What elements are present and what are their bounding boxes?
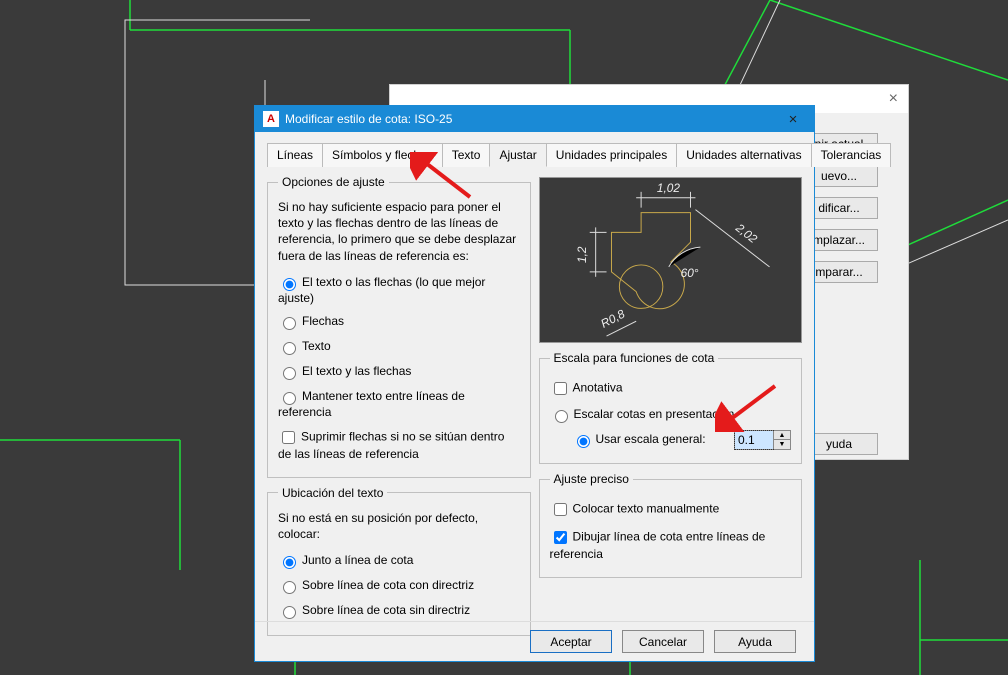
overall-scale-input[interactable]: [735, 431, 773, 449]
radio-keep-text-inside[interactable]: Mantener texto entre líneas de referenci…: [278, 386, 520, 422]
radio-over-with-leader[interactable]: Sobre línea de cota con directriz: [278, 575, 520, 597]
check-annotative[interactable]: Anotativa: [550, 376, 792, 401]
overall-scale-spinner[interactable]: ▲ ▼: [734, 430, 791, 450]
svg-text:1,02: 1,02: [656, 181, 679, 195]
dialog-title: Modificar estilo de cota: ISO-25: [285, 112, 452, 126]
fine-tuning-group: Ajuste preciso Colocar texto manualmente…: [539, 472, 803, 578]
text-placement-intro: Si no está en su posición por defecto, c…: [278, 510, 520, 542]
autocad-app-icon: A: [263, 111, 279, 127]
tab-primary-units[interactable]: Unidades principales: [546, 143, 677, 167]
ok-button[interactable]: Aceptar: [530, 630, 612, 653]
fit-options-legend: Opciones de ajuste: [278, 175, 389, 189]
tab-tolerances[interactable]: Tolerancias: [811, 143, 892, 167]
text-placement-legend: Ubicación del texto: [278, 486, 387, 500]
dialog-titlebar[interactable]: A Modificar estilo de cota: ISO-25 ×: [255, 106, 814, 132]
radio-scale-layout[interactable]: Escalar cotas en presentación: [550, 404, 792, 426]
fit-options-group: Opciones de ajuste Si no hay suficiente …: [267, 175, 531, 478]
radio-text[interactable]: Texto: [278, 336, 520, 358]
radio-beside-dim-line[interactable]: Junto a línea de cota: [278, 550, 520, 572]
radio-both-text-and-arrows[interactable]: El texto y las flechas: [278, 361, 520, 383]
check-place-text-manually[interactable]: Colocar texto manualmente: [550, 497, 792, 522]
fit-options-intro: Si no hay suficiente espacio para poner …: [278, 199, 520, 264]
spinner-down-icon[interactable]: ▼: [774, 440, 790, 449]
tab-lines[interactable]: Líneas: [267, 143, 323, 167]
tab-text[interactable]: Texto: [442, 143, 491, 167]
modify-dimension-style-dialog: A Modificar estilo de cota: ISO-25 × Lín…: [254, 105, 815, 662]
text-placement-group: Ubicación del texto Si no está en su pos…: [267, 486, 531, 636]
tab-symbols-arrows[interactable]: Símbolos y flechas: [322, 143, 443, 167]
check-draw-dim-line-between[interactable]: Dibujar línea de cota entre líneas de re…: [550, 525, 792, 564]
check-suppress-arrows[interactable]: Suprimir flechas si no se sitúan dentro …: [278, 425, 520, 464]
scale-group: Escala para funciones de cota Anotativa …: [539, 351, 803, 464]
radio-either-text-or-arrows[interactable]: El texto o las flechas (lo que mejor aju…: [278, 272, 520, 308]
cancel-button[interactable]: Cancelar: [622, 630, 704, 653]
tab-alternate-units[interactable]: Unidades alternativas: [676, 143, 811, 167]
svg-text:R0,8: R0,8: [598, 307, 627, 331]
help-button[interactable]: Ayuda: [714, 630, 796, 653]
svg-text:2,02: 2,02: [732, 220, 760, 246]
scale-legend: Escala para funciones de cota: [550, 351, 719, 365]
dialog-footer: Aceptar Cancelar Ayuda: [255, 621, 814, 661]
svg-text:1,2: 1,2: [574, 246, 588, 263]
dimension-preview: 1,02 1,2 2,02 60° R0,8: [539, 177, 803, 343]
svg-text:60°: 60°: [680, 266, 698, 280]
fine-tuning-legend: Ajuste preciso: [550, 472, 633, 486]
radio-arrows[interactable]: Flechas: [278, 311, 520, 333]
close-icon[interactable]: ×: [889, 90, 898, 108]
spinner-up-icon[interactable]: ▲: [774, 431, 790, 440]
tab-fit[interactable]: Ajustar: [489, 143, 546, 167]
radio-overall-scale[interactable]: Usar escala general:: [572, 429, 706, 451]
dialog-tabs: Líneas Símbolos y flechas Texto Ajustar …: [267, 142, 802, 167]
radio-over-without-leader[interactable]: Sobre línea de cota sin directriz: [278, 600, 520, 622]
close-button[interactable]: ×: [780, 106, 806, 132]
